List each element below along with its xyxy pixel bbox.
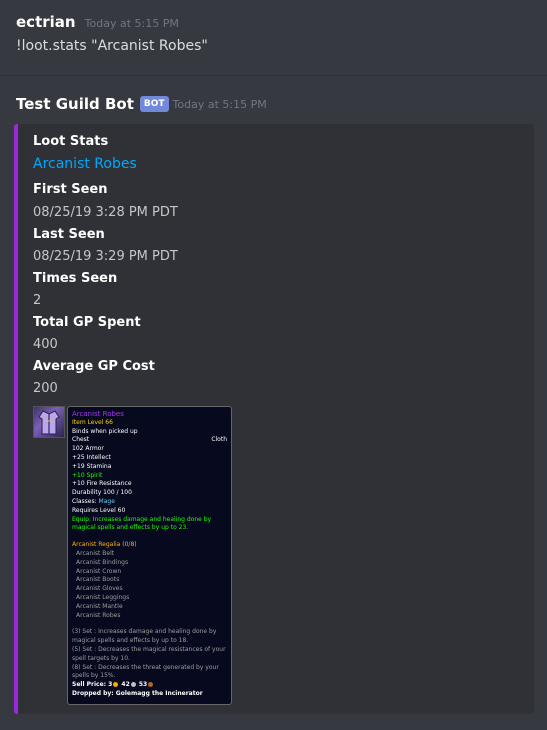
sell-gold: 3 <box>108 681 113 689</box>
sell-silver: 42 <box>121 681 130 689</box>
message-divider <box>0 75 547 76</box>
set-bonus: (3) Set : Increases damage and healing d… <box>72 628 217 645</box>
tooltip-classes-value: Mage <box>98 497 115 505</box>
tooltip-armor-type: Cloth <box>211 436 227 444</box>
set-item: Arcanist Boots <box>76 576 120 584</box>
sell-copper: 53 <box>138 681 148 689</box>
field-name-times-seen: Times Seen <box>33 271 118 286</box>
tooltip-item-level: Item Level 66 <box>72 418 113 426</box>
copper-coin-icon <box>148 682 154 688</box>
set-item: Arcanist Robes <box>76 611 121 619</box>
field-name-first-seen: First Seen <box>33 182 108 197</box>
field-value-first-seen: 08/25/19 3:28 PM PDT <box>33 205 178 220</box>
loot-stats-embed: Loot Stats Arcanist Robes First Seen 08/… <box>14 124 534 714</box>
bot-author-name[interactable]: Test Guild Bot <box>16 95 134 113</box>
sell-price-label: Sell Price: <box>72 681 107 689</box>
tooltip-fire-resistance: +10 Fire Resistance <box>72 480 132 488</box>
set-item: Arcanist Gloves <box>76 585 123 593</box>
embed-title: Loot Stats <box>33 134 109 149</box>
set-item: Arcanist Crown <box>76 567 122 575</box>
set-bonus: (5) Set : Decreases the magical resistan… <box>72 645 226 662</box>
timestamp: Today at 5:15 PM <box>84 17 179 30</box>
field-name-last-seen: Last Seen <box>33 227 105 242</box>
field-value-average-gp: 200 <box>33 381 58 396</box>
field-name-average-gp: Average GP Cost <box>33 359 155 374</box>
gold-coin-icon <box>113 682 119 688</box>
tooltip-stamina: +19 Stamina <box>72 462 112 470</box>
tooltip-binds: Binds when picked up <box>72 427 138 435</box>
tooltip-dropped-by: Dropped by: Golemagg the Incinerator <box>72 689 203 697</box>
timestamp: Today at 5:15 PM <box>172 97 267 111</box>
robe-icon <box>33 406 65 438</box>
silver-coin-icon <box>130 682 136 688</box>
tooltip-classes-label: Classes: <box>72 497 97 505</box>
author-name[interactable]: ectrian <box>16 13 76 31</box>
tooltip-item-name: Arcanist Robes <box>72 410 124 418</box>
tooltip-spirit: +10 Spirit <box>72 471 103 479</box>
field-value-total-gp: 400 <box>33 337 58 352</box>
field-value-last-seen: 08/25/19 3:29 PM PDT <box>33 249 178 264</box>
set-item: Arcanist Mantle <box>76 602 123 610</box>
set-bonus: (8) Set : Decreases the threat generated… <box>72 663 219 680</box>
tooltip-intellect: +25 Intellect <box>72 453 111 461</box>
tooltip-set-name: Arcanist Regalia (0/8) <box>72 541 137 549</box>
message-content: !loot.stats "Arcanist Robes" <box>16 38 208 54</box>
item-tooltip: Arcanist Robes Item Level 66 Binds when … <box>67 406 232 705</box>
tooltip-requires: Requires Level 60 <box>72 506 126 514</box>
message-header-2: Test Guild Bot BOT Today at 5:15 PM <box>16 95 267 113</box>
bot-badge: BOT <box>139 96 169 112</box>
tooltip-durability: Durability 100 / 100 <box>72 489 132 497</box>
tooltip-sell-price: Sell Price: 3 42 53 <box>72 681 227 690</box>
tooltip-equip: Equip: Increases damage and healing done… <box>72 515 212 532</box>
set-item: Arcanist Leggings <box>76 593 130 601</box>
field-name-total-gp: Total GP Spent <box>33 315 141 330</box>
set-item: Arcanist Belt <box>76 549 115 557</box>
set-item: Arcanist Bindings <box>76 558 129 566</box>
message-header-1: ectrian Today at 5:15 PM <box>16 12 179 31</box>
tooltip-armor: 102 Armor <box>72 445 104 453</box>
tooltip-slot: Chest <box>72 436 90 444</box>
field-value-times-seen: 2 <box>33 293 42 308</box>
item-link[interactable]: Arcanist Robes <box>33 156 137 172</box>
